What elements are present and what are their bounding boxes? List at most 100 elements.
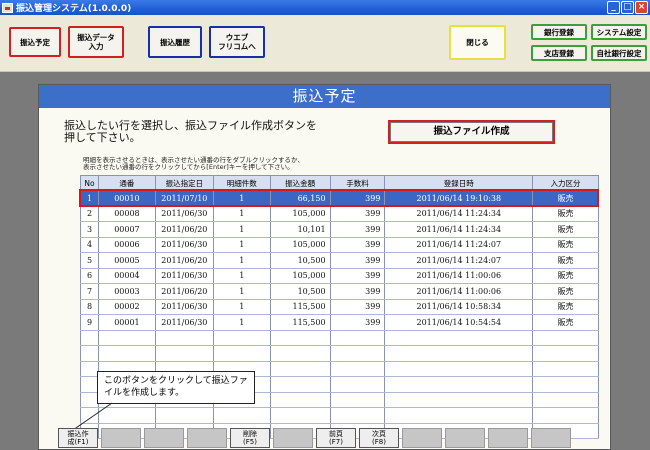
cell-no: 6 [80,268,99,284]
furikomi-yotei-button[interactable]: 振込予定 [9,27,61,57]
cell-kingaku: 66,150 [269,190,331,207]
cell-toroku-nichiji [384,361,534,377]
panel-title: 振込予定 [39,85,610,108]
minimize-button[interactable]: _ [607,1,620,14]
cell-nyuryoku-kubun: 販売 [532,268,599,284]
cell-tesuryo: 399 [329,190,386,207]
col-header-toroku-nichiji[interactable]: 登録日時 [384,175,534,191]
cell-shitei-bi: 2011/06/30 [154,314,214,331]
create-file-button[interactable]: 振込ファイル作成 [388,120,555,144]
table-row[interactable]: 6 00004 2011/06/30 1 105,000 399 2011/06/14 11… [80,268,599,284]
cell-meisai-kensu: 1 [212,252,271,269]
col-header-nyuryoku-kubun[interactable]: 入力区分 [532,175,599,191]
cell-tesuryo: 399 [329,237,386,253]
furikomi-rireki-button[interactable]: 振込履歴 [148,26,202,58]
cell-tsuban: 00006 [97,237,156,253]
cell-nyuryoku-kubun: 販売 [532,237,599,253]
cell-meisai-kensu: 1 [212,283,271,300]
cell-tesuryo [329,345,386,362]
fkey-5[interactable]: 削除 (F5) [230,428,270,448]
table-row[interactable]: 8 00002 2011/06/30 1 115,500 399 2011/06/14 10… [80,299,599,315]
furikomi-data-label-2: 入力 [88,42,104,51]
cell-kingaku [269,345,331,362]
ginko-toroku-button[interactable]: 銀行登録 [531,24,587,40]
col-header-no[interactable]: No [80,175,99,191]
cell-tsuban: 00007 [97,221,156,238]
cell-nyuryoku-kubun: 販売 [532,221,599,238]
hint-line-2: 表示させたい通番の行をクリックしてから[Enter]キーを押して下さい。 [83,163,294,171]
maximize-button[interactable]: □ [621,1,634,14]
cell-tsuban: 00005 [97,252,156,269]
fkey-label-1: 振込作 [67,430,89,438]
cell-kingaku [269,330,331,346]
shiten-toroku-button[interactable]: 支店登録 [531,45,587,61]
col-header-tesuryo[interactable]: 手数料 [329,175,386,191]
cell-nyuryoku-kubun [532,361,599,377]
close-label: 閉じる [466,38,489,47]
table-row[interactable]: 1 00010 2011/07/10 1 66,150 399 2011/06/14 19:… [80,190,599,207]
hint-text: 明細を表示させるときは、表示させたい通番の行をダブルクリックするか、 表示させた… [83,157,304,171]
cell-meisai-kensu: 1 [212,314,271,331]
furikomi-data-input-button[interactable]: 振込データ 入力 [68,26,124,58]
cell-shitei-bi: 2011/06/30 [154,237,214,253]
fkey-7[interactable]: 前頁 (F7) [316,428,356,448]
cell-tsuban: 00001 [97,314,156,331]
col-header-meisai-kensu[interactable]: 明細件数 [212,175,271,191]
web-furicom-button[interactable]: ウエブ フリコムへ [209,26,265,58]
col-header-tsuban[interactable]: 通番 [97,175,156,191]
cell-tesuryo [329,376,386,393]
cell-tesuryo: 399 [329,283,386,300]
cell-no [80,345,99,362]
table-row[interactable]: 2 00008 2011/06/30 1 105,000 399 2011/06/14 11… [80,206,599,222]
table-row-empty [80,407,599,424]
table-row[interactable]: 3 00007 2011/06/20 1 10,101 399 2011/06/14 11:… [80,221,599,238]
table-row[interactable]: 5 00005 2011/06/20 1 10,500 399 2011/06/14 11:… [80,252,599,269]
cell-nyuryoku-kubun: 販売 [532,314,599,331]
app-icon [2,2,13,13]
furikomi-yotei-label: 振込予定 [20,37,50,47]
close-window-button[interactable]: × [635,1,648,14]
cell-toroku-nichiji: 2011/06/14 10:54:54 [384,314,534,331]
table-row[interactable]: 9 00001 2011/06/30 1 115,500 399 2011/06/14 10… [80,314,599,331]
cell-tsuban: 00003 [97,283,156,300]
cell-toroku-nichiji: 2011/06/14 11:00:06 [384,283,534,300]
cell-meisai-kensu [212,345,271,362]
cell-meisai-kensu: 1 [212,299,271,315]
fkey-label-2: (F8) [372,438,386,446]
cell-nyuryoku-kubun: 販売 [532,206,599,222]
fkey-9 [402,428,442,448]
col-header-shitei-bi[interactable]: 振込指定日 [154,175,214,191]
table-row[interactable]: 4 00006 2011/06/30 1 105,000 399 2011/06/14 11… [80,237,599,253]
system-settei-button[interactable]: システム設定 [591,24,647,40]
cell-meisai-kensu: 1 [212,190,271,207]
cell-meisai-kensu: 1 [212,268,271,284]
fkey-4 [187,428,227,448]
cell-kingaku: 115,500 [269,299,331,315]
jisha-ginko-settei-button[interactable]: 自社銀行設定 [591,45,647,61]
fkey-1[interactable]: 振込作 成(F1) [58,428,98,448]
title-bar: 振込管理システム(1.0.0.0) _ □ × [0,0,650,15]
col-header-kingaku[interactable]: 振込金額 [269,175,331,191]
cell-no: 4 [80,237,99,253]
cell-tsuban: 00010 [97,190,156,207]
cell-tsuban: 00004 [97,268,156,284]
table-row[interactable]: 7 00003 2011/06/20 1 10,500 399 2011/06/14 11:… [80,283,599,300]
cell-toroku-nichiji [384,392,534,408]
callout-line-2: イルを作成します。 [104,388,185,398]
cell-kingaku [269,361,331,377]
cell-shitei-bi: 2011/06/30 [154,206,214,222]
cell-no: 9 [80,314,99,331]
cell-nyuryoku-kubun [532,345,599,362]
window-controls: _ □ × [607,1,648,14]
table-row-empty [80,330,599,346]
system-settei-label: システム設定 [596,27,642,37]
cell-tesuryo: 399 [329,314,386,331]
callout-line-1: このボタンをクリックして振込ファ [104,376,248,386]
cell-toroku-nichiji [384,345,534,362]
furikomi-data-label-1: 振込データ [77,33,115,42]
fkey-8[interactable]: 次頁 (F8) [359,428,399,448]
close-button[interactable]: 閉じる [449,25,506,60]
cell-meisai-kensu: 1 [212,237,271,253]
cell-toroku-nichiji: 2011/06/14 19:10:38 [384,190,534,207]
fkey-10 [445,428,485,448]
